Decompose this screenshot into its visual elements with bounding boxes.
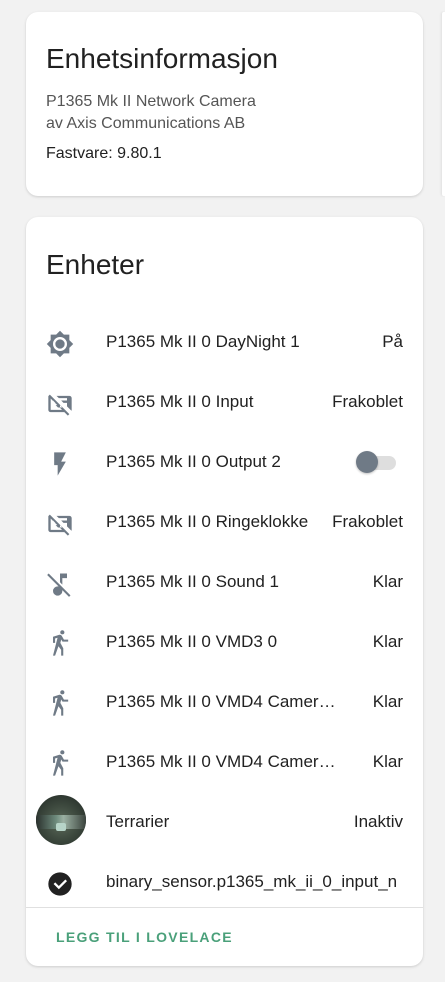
entity-state: Klar [372, 692, 403, 711]
entity-state: Klar [372, 632, 403, 651]
entity-row-input[interactable]: P1365 Mk II 0 Input Frakoblet [26, 372, 423, 432]
brightness-icon [46, 330, 74, 358]
entity-name: P1365 Mk II 0 Sound 1 [106, 572, 279, 591]
walk-icon [46, 630, 74, 658]
output-toggle[interactable] [356, 451, 396, 473]
entity-name: P1365 Mk II 0 DayNight 1 [106, 332, 300, 351]
entity-row-binary-sensor[interactable]: binary_sensor.p1365_mk_ii_0_input_n [26, 852, 423, 912]
entity-state: Klar [372, 752, 403, 771]
entity-row-ringeklokke[interactable]: P1365 Mk II 0 Ringeklokke Frakoblet [26, 492, 423, 552]
thumbnail-highlight [56, 823, 66, 831]
music-note-off-icon [46, 570, 74, 598]
entity-row-vmd4-profile2[interactable]: P1365 Mk II 0 VMD4 Camera1Profile2 Klar [26, 732, 423, 792]
device-info-title: Enhetsinformasjon [46, 43, 278, 74]
entity-name: P1365 Mk II 0 VMD3 0 [106, 632, 278, 651]
entity-name: Terrarier [106, 812, 170, 831]
entity-name: P1365 Mk II 0 VMD4 Camera1Profile2 [106, 752, 338, 771]
device-info-card: Enhetsinformasjon P1365 Mk II Network Ca… [26, 12, 423, 196]
walk-icon [46, 690, 74, 718]
entity-name: P1365 Mk II 0 VMD4 Camera1Profile1 [106, 692, 338, 711]
device-manufacturer[interactable]: av Axis Communications AB [46, 115, 245, 133]
entities-title: Enheter [46, 249, 145, 280]
entity-name: P1365 Mk II 0 Ringeklokke [106, 512, 309, 531]
entity-row-vmd4-profile1[interactable]: P1365 Mk II 0 VMD4 Camera1Profile1 Klar [26, 672, 423, 732]
entities-card: Enheter P1365 Mk II 0 DayNight 1 På P136… [26, 217, 423, 966]
video-input-off-icon [46, 390, 74, 418]
entity-name: binary_sensor.p1365_mk_ii_0_input_n [106, 872, 398, 891]
entity-row-daynight[interactable]: P1365 Mk II 0 DayNight 1 På [26, 312, 423, 372]
entity-row-output[interactable]: P1365 Mk II 0 Output 2 [26, 432, 423, 492]
entity-state: Inaktiv [353, 812, 403, 831]
check-circle-icon [46, 870, 74, 898]
entity-state: Klar [372, 572, 403, 591]
toggle-knob [356, 451, 378, 473]
card-divider [26, 907, 423, 908]
camera-thumbnail [36, 795, 86, 845]
add-to-lovelace-button[interactable]: LEGG TIL I LOVELACE [56, 929, 233, 945]
entity-name: P1365 Mk II 0 Output 2 [106, 452, 281, 471]
device-firmware: Fastvare: 9.80.1 [46, 145, 162, 162]
entity-row-terrarier[interactable]: Terrarier Inaktiv [26, 792, 423, 852]
entity-state: Frakoblet [332, 392, 403, 411]
entity-state: Frakoblet [332, 512, 403, 531]
entity-state: På [382, 332, 403, 351]
entity-row-vmd3[interactable]: P1365 Mk II 0 VMD3 0 Klar [26, 612, 423, 672]
walk-icon [46, 750, 74, 778]
flash-icon [46, 450, 74, 478]
video-input-off-icon [46, 510, 74, 538]
entity-row-sound[interactable]: P1365 Mk II 0 Sound 1 Klar [26, 552, 423, 612]
device-model: P1365 Mk II Network Camera [46, 93, 256, 110]
entity-name: P1365 Mk II 0 Input [106, 392, 254, 411]
